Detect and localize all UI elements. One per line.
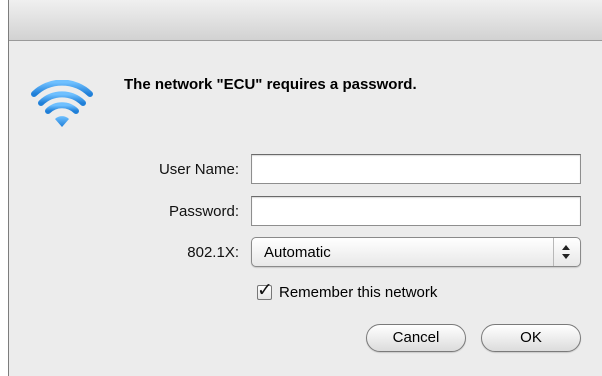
remember-network-label[interactable]: Remember this network xyxy=(279,284,437,301)
auth-mode-label: 802.1X: xyxy=(187,244,239,261)
wifi-icon xyxy=(31,80,93,127)
password-field[interactable] xyxy=(251,196,581,226)
dialog-titlebar xyxy=(9,0,602,41)
password-label: Password: xyxy=(168,203,239,220)
auth-mode-value: Automatic xyxy=(264,244,331,261)
dialog-message: The network "ECU" requires a password. xyxy=(124,76,417,93)
up-down-arrows-icon xyxy=(553,238,580,266)
password-dialog: The network "ECU" requires a password. U… xyxy=(8,0,602,376)
auth-mode-select[interactable]: Automatic xyxy=(251,237,581,267)
remember-network-checkbox[interactable]: ✓ xyxy=(257,281,273,300)
username-field[interactable] xyxy=(251,154,581,184)
ok-button[interactable]: OK xyxy=(481,324,581,352)
username-label: User Name: xyxy=(158,161,239,178)
checkmark-icon: ✓ xyxy=(257,279,273,301)
cancel-button[interactable]: Cancel xyxy=(366,324,466,352)
